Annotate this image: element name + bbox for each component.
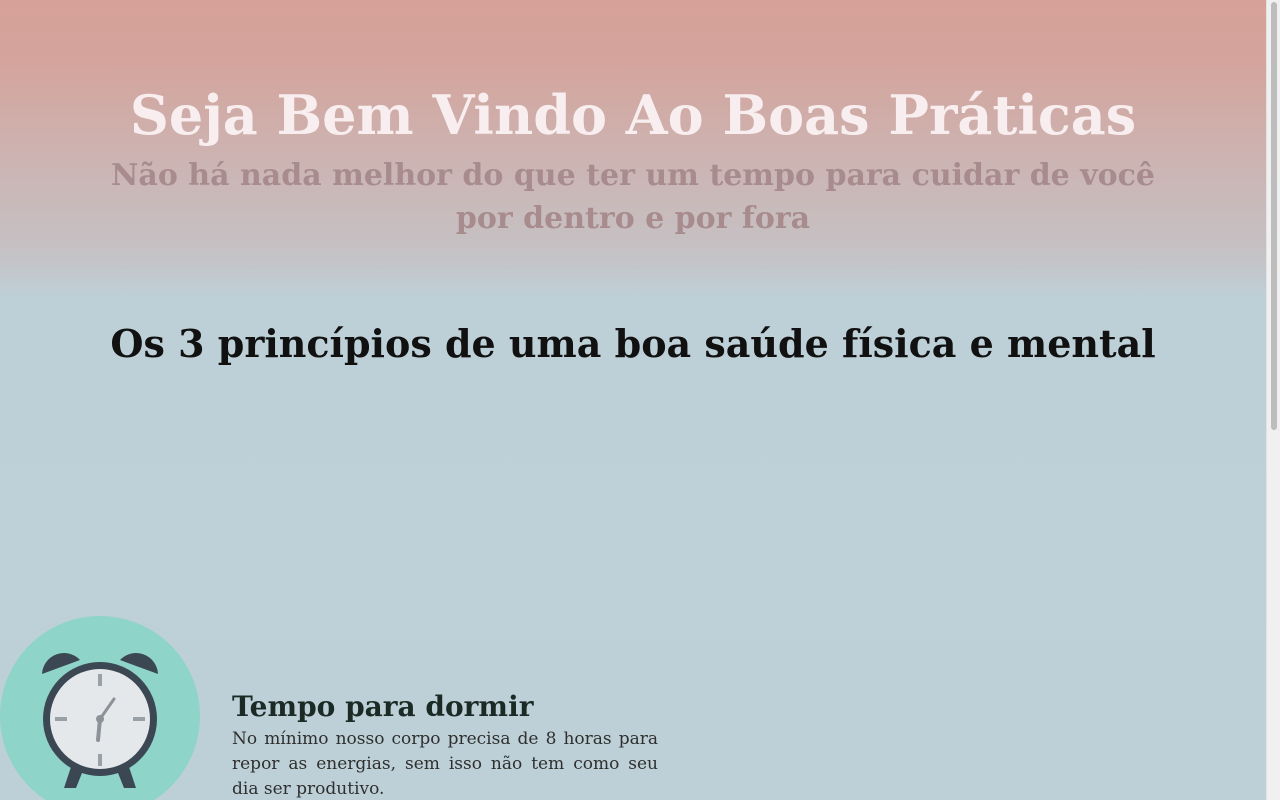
alarm-clock-icon (0, 616, 200, 800)
vertical-scrollbar[interactable] (1266, 0, 1280, 800)
page: Seja Bem Vindo Ao Boas Práticas Não há n… (0, 0, 1266, 800)
feature-text: No mínimo nosso corpo precisa de 8 horas… (232, 729, 658, 799)
section-title: Os 3 princípios de uma boa saúde física … (110, 321, 1156, 366)
feature-heading: Tempo para dormir (232, 690, 534, 723)
page-title: Seja Bem Vindo Ao Boas Práticas (129, 83, 1137, 147)
page-subtitle: Não há nada melhor do que ter um tempo p… (110, 158, 1156, 236)
scrollbar-thumb[interactable] (1271, 2, 1277, 430)
